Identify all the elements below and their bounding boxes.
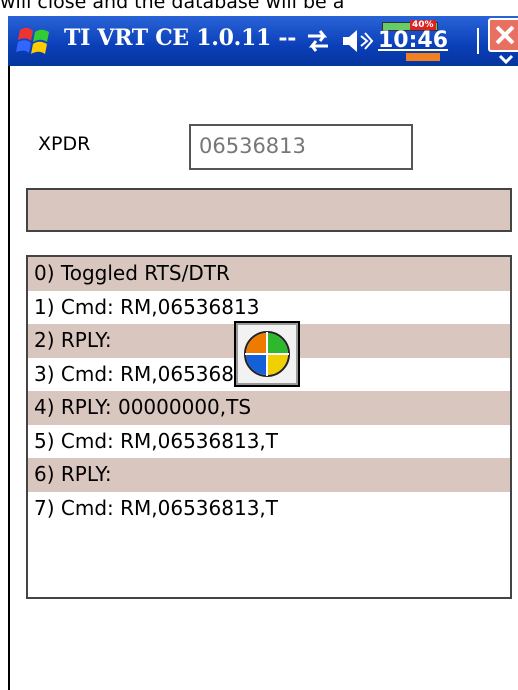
clock[interactable]: 40% 10:46 <box>376 20 450 61</box>
log-row[interactable]: 4) RPLY: 00000000,TS <box>28 391 510 425</box>
windows-flag-icon[interactable] <box>14 22 54 62</box>
wait-cursor-icon <box>234 321 300 387</box>
log-row[interactable]: 7) Cmd: RM,06536813,T <box>28 492 510 526</box>
xpdr-label: XPDR <box>38 133 91 155</box>
log-row[interactable]: 0) Toggled RTS/DTR <box>28 257 510 291</box>
clock-time: 10:46 <box>378 28 449 53</box>
connectivity-arrows-icon[interactable] <box>304 28 332 54</box>
input-indicator <box>406 53 440 61</box>
log-row[interactable]: 1) Cmd: RM,06536813 <box>28 291 510 325</box>
background-text-strip: will close and the database will be a <box>0 0 518 16</box>
xpdr-field[interactable]: 06536813 <box>189 124 413 170</box>
log-list[interactable]: 0) Toggled RTS/DTR 1) Cmd: RM,06536813 2… <box>26 255 512 599</box>
log-row[interactable]: 6) RPLY: <box>28 458 510 492</box>
background-text: will close and the database will be a <box>0 0 345 13</box>
chevron-down-icon[interactable] <box>498 54 514 64</box>
log-row[interactable]: 5) Cmd: RM,06536813,T <box>28 425 510 459</box>
status-display <box>26 188 512 232</box>
app-title: TI VRT CE 1.0.11 -- <box>64 25 297 51</box>
speaker-icon[interactable] <box>340 28 374 54</box>
title-bar: TI VRT CE 1.0.11 -- 40% 10:46 <box>8 16 518 66</box>
close-icon <box>495 25 515 45</box>
titlebar-divider <box>477 28 479 54</box>
close-button[interactable] <box>488 18 518 52</box>
